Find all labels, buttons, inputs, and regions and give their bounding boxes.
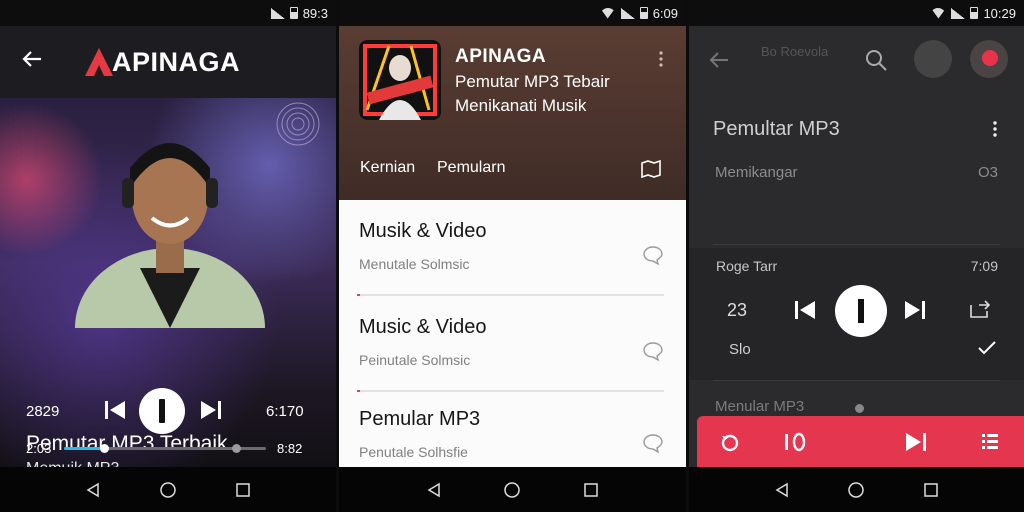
- skip-next-icon[interactable]: [200, 400, 222, 420]
- skip-next-icon[interactable]: [905, 432, 927, 452]
- top-bar: Bo Roevola: [689, 26, 1024, 98]
- header-line-2: Menikanati Musik: [455, 96, 587, 115]
- app-logo: APINAGA: [84, 46, 240, 78]
- item-title: Pemular MP3: [359, 408, 481, 430]
- list-item[interactable]: Musik & Video Menutale Solmsic: [339, 200, 686, 296]
- chat-bubble-icon[interactable]: [642, 433, 664, 453]
- logo-mark-icon: [85, 48, 113, 76]
- profile-avatar[interactable]: [914, 40, 952, 78]
- row-label: Memikangar: [715, 164, 798, 181]
- row-label: Menular MP3: [715, 398, 805, 415]
- progress-fill: [64, 447, 105, 450]
- player-controls-card: Roge Tarr 7:09 23 Slo: [689, 248, 1024, 380]
- item-subtitle: Peinutale Solmsic: [359, 352, 471, 368]
- back-arrow-icon[interactable]: [22, 50, 42, 68]
- more-vert-icon[interactable]: [658, 50, 664, 68]
- wifi-icon: [599, 7, 616, 19]
- account-avatar[interactable]: [970, 40, 1008, 78]
- tab-kernian[interactable]: Kernian: [360, 159, 415, 177]
- search-icon[interactable]: [864, 48, 888, 72]
- slider-knob[interactable]: [855, 404, 864, 413]
- item-title: Music & Video: [359, 316, 487, 338]
- header-title: APINAGA: [455, 46, 547, 67]
- nav-back-icon[interactable]: [774, 482, 790, 498]
- album-thumbnail[interactable]: [359, 40, 441, 120]
- nav-home-icon[interactable]: [847, 481, 865, 499]
- signal-icon: [620, 7, 635, 19]
- slo-label: Slo: [729, 341, 751, 358]
- system-nav-bar: [0, 467, 336, 512]
- item-title: Musik & Video: [359, 220, 487, 242]
- status-bar: 89:3: [0, 0, 336, 26]
- signal-icon: [951, 7, 966, 19]
- media-list: Musik & Video Menutale Solmsic Music & V…: [339, 200, 686, 467]
- singer-image: [75, 143, 265, 328]
- list-item[interactable]: Music & Video Peinutale Solmsic: [339, 296, 686, 392]
- nav-recents-icon[interactable]: [235, 482, 251, 498]
- library-panel-middle: 6:09 APINAGA Pemutar MP3 Tebair Menikana…: [339, 0, 686, 512]
- chat-bubble-icon[interactable]: [642, 245, 664, 265]
- now-playing-header: APINAGA Pemutar MP3 Tebair Menikanati Mu…: [339, 26, 686, 200]
- check-icon[interactable]: [978, 341, 996, 355]
- nav-home-icon[interactable]: [159, 481, 177, 499]
- item-subtitle: Penutale Solhsfie: [359, 444, 468, 460]
- track-counter: 23: [727, 300, 748, 320]
- item-subtitle: Menutale Solmsic: [359, 256, 470, 272]
- section-title: Pemultar MP3: [713, 118, 840, 140]
- tab-pemularn[interactable]: Pemularn: [437, 159, 505, 177]
- status-time: 6:09: [652, 5, 678, 21]
- nav-back-icon[interactable]: [85, 482, 101, 498]
- progress-total: 8:82: [277, 441, 303, 456]
- row-value: O3: [977, 164, 998, 181]
- more-vert-icon[interactable]: [992, 120, 998, 138]
- status-time: 10:29: [983, 5, 1016, 21]
- app-header: APINAGA: [0, 26, 336, 98]
- status-bar: 10:29: [689, 0, 1024, 26]
- signal-icon: [270, 7, 285, 19]
- skip-next-icon[interactable]: [904, 300, 926, 320]
- settings-panel-right: 10:29 Bo Roevola Pemultar MP3 Memikangar…: [689, 0, 1024, 512]
- pause-icon[interactable]: [783, 432, 809, 452]
- wifi-icon: [930, 7, 947, 19]
- system-nav-bar: [339, 467, 686, 512]
- buffer-knob: [232, 444, 241, 453]
- top-bar-title: Bo Roevola: [761, 44, 829, 59]
- nav-recents-icon[interactable]: [923, 482, 939, 498]
- battery-icon: [639, 7, 648, 19]
- status-time: 89:3: [302, 5, 328, 21]
- track-label: Roge Tarr: [716, 258, 778, 274]
- progress-elapsed: 2:03: [26, 441, 52, 456]
- track-duration: 7:09: [970, 258, 998, 274]
- back-arrow-icon[interactable]: [709, 51, 729, 69]
- time-right: 6:170: [266, 403, 304, 420]
- battery-icon: [289, 7, 298, 19]
- divider: [713, 380, 1000, 381]
- bookmark-map-icon[interactable]: [640, 159, 662, 179]
- play-pause-button[interactable]: [835, 285, 887, 337]
- nav-back-icon[interactable]: [426, 482, 442, 498]
- player-panel-left: 89:3 APINAGA Pemutar MP3 Terbaik Memuik …: [0, 0, 336, 512]
- nav-recents-icon[interactable]: [583, 482, 599, 498]
- progress-bar[interactable]: [64, 444, 266, 453]
- replay-icon[interactable]: [719, 432, 741, 454]
- mini-player-bar: [697, 416, 1024, 468]
- chat-bubble-icon[interactable]: [642, 341, 664, 361]
- status-bar: 6:09: [339, 0, 686, 26]
- playback-controls: 2829 6:170: [0, 388, 336, 434]
- time-left: 2829: [26, 403, 60, 420]
- nav-home-icon[interactable]: [503, 481, 521, 499]
- divider: [713, 244, 1000, 245]
- queue-list-icon[interactable]: [981, 432, 999, 450]
- play-pause-button[interactable]: [139, 388, 185, 434]
- battery-icon: [970, 7, 979, 19]
- skip-previous-icon[interactable]: [104, 400, 126, 420]
- skip-previous-icon[interactable]: [794, 300, 816, 320]
- header-line-1: Pemutar MP3 Tebair: [455, 72, 610, 91]
- track-title: Pemutar MP3 Terbaik: [26, 432, 228, 455]
- system-nav-bar: [689, 467, 1024, 512]
- app-name: APINAGA: [112, 46, 241, 77]
- share-icon[interactable]: [968, 298, 992, 320]
